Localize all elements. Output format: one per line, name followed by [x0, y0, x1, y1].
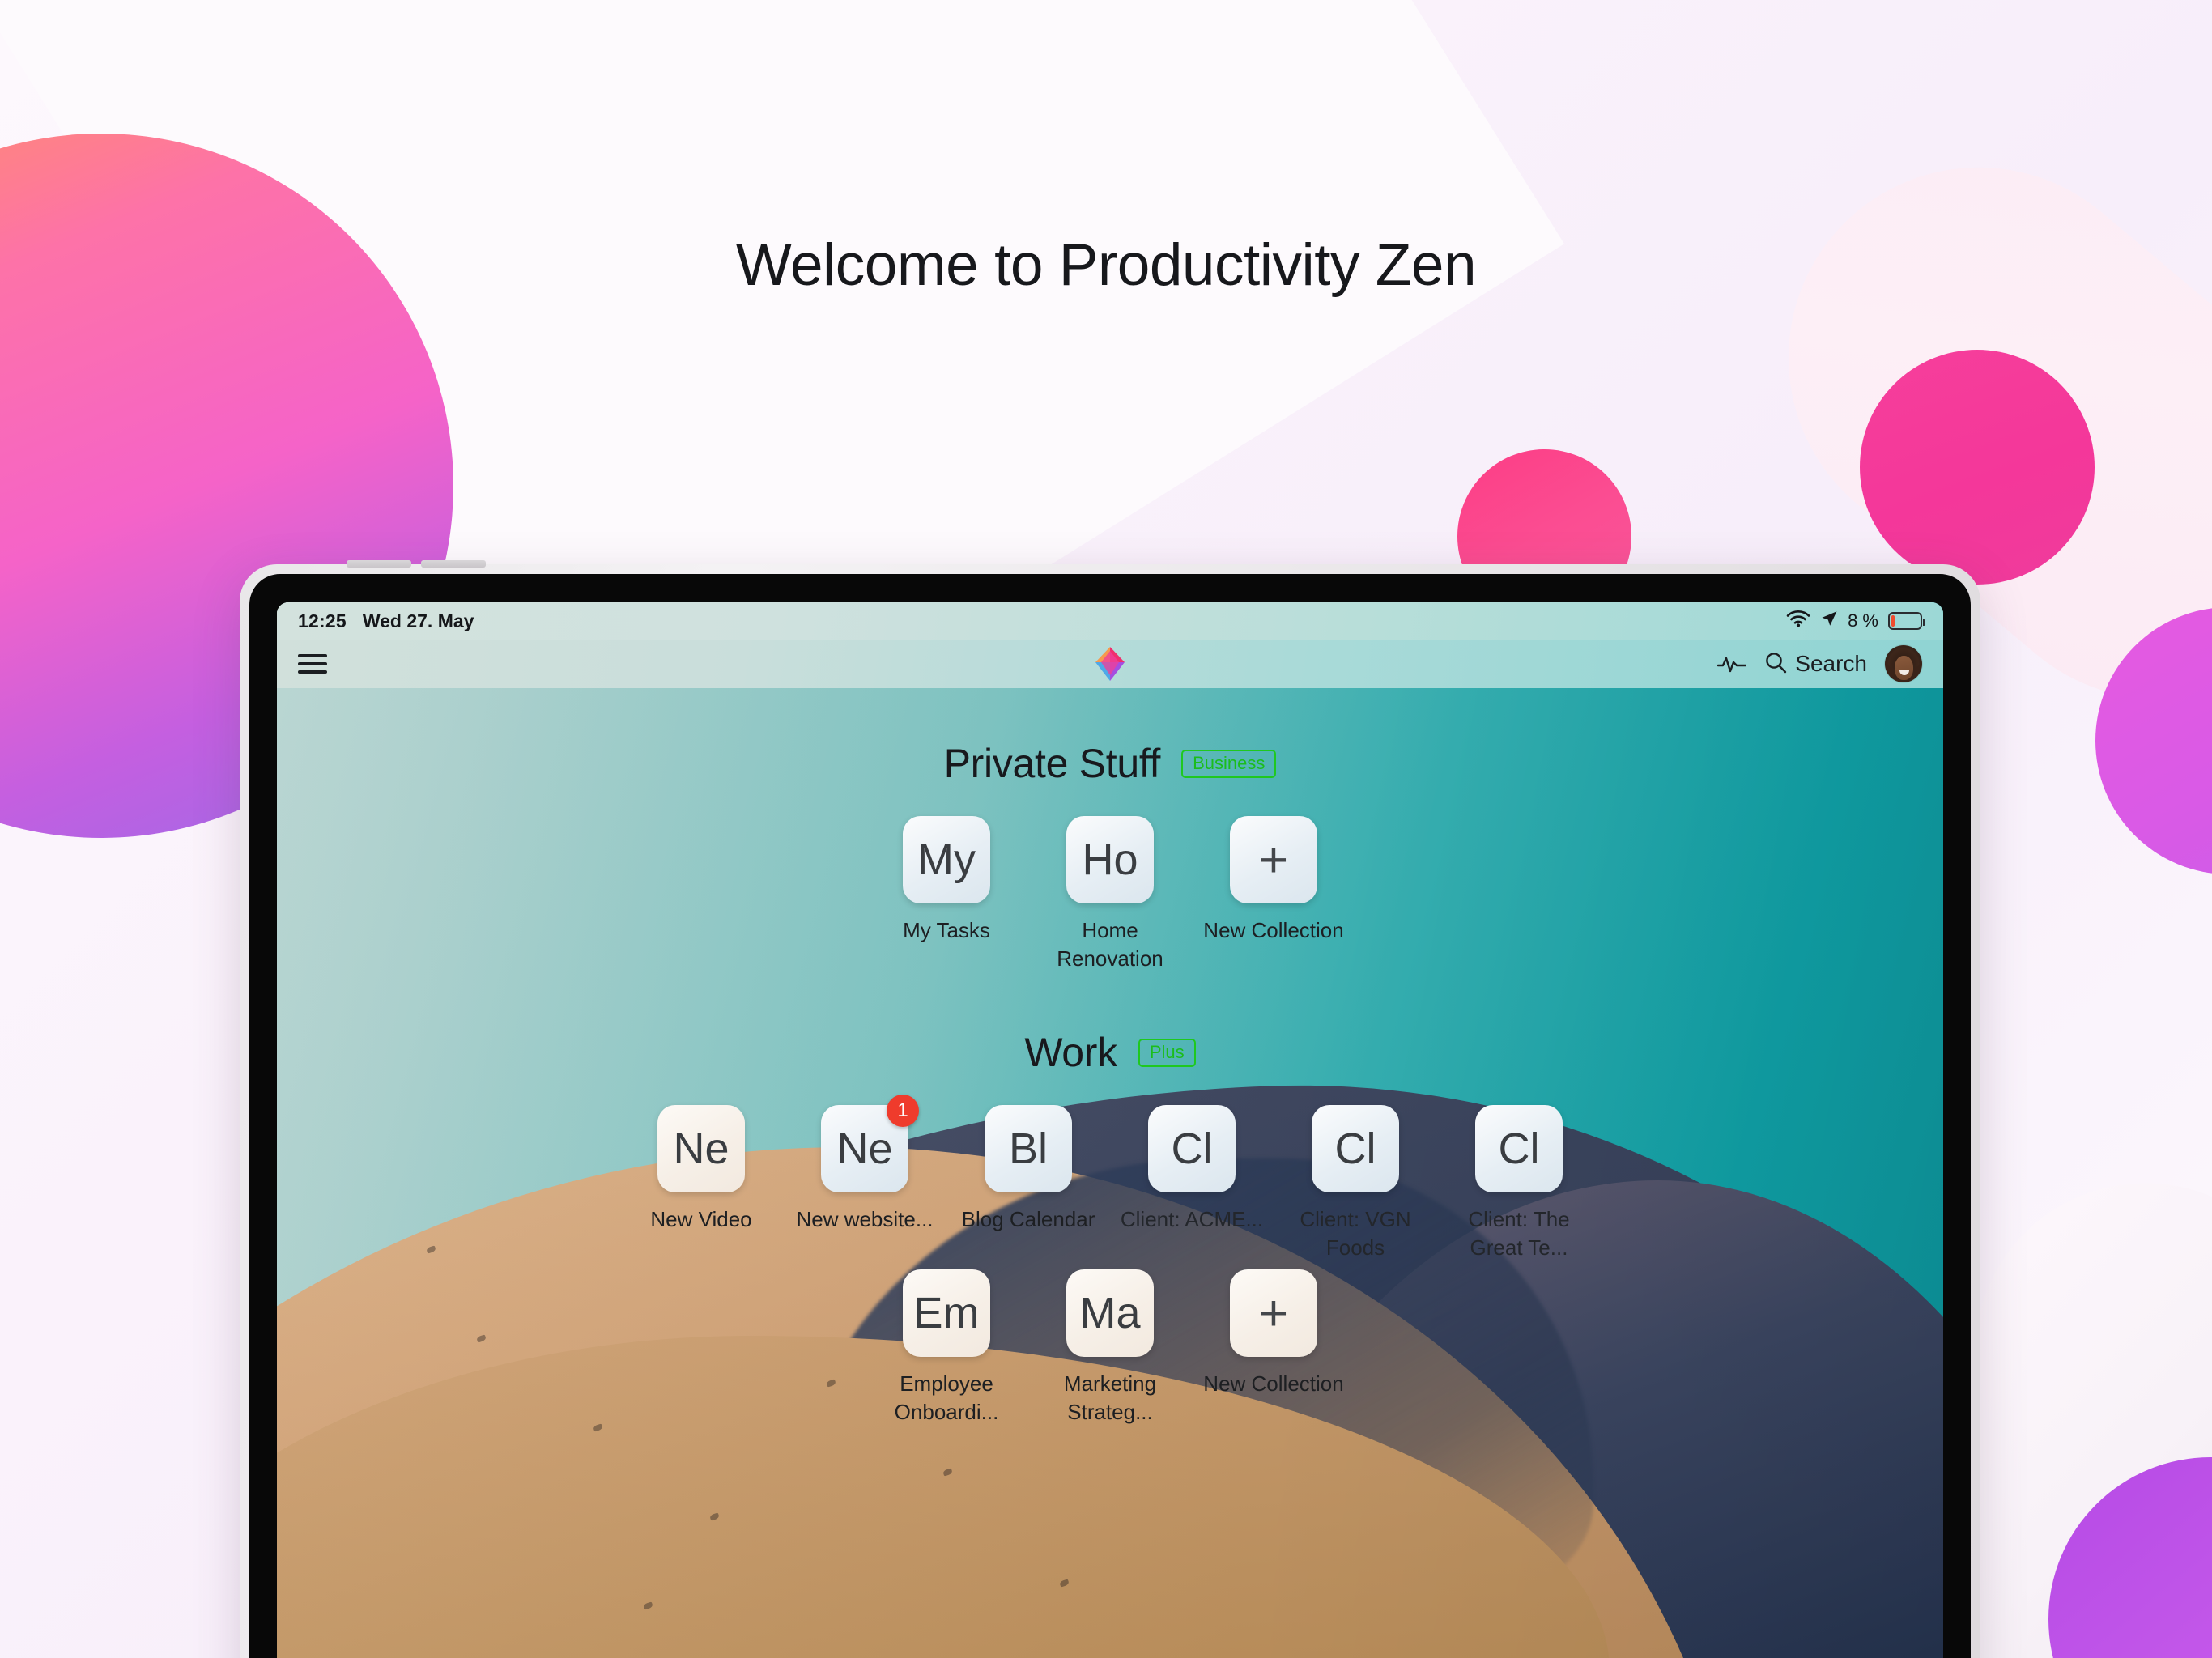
collection-item[interactable]: My My Tasks [865, 816, 1028, 972]
collection-label: New website... [796, 1207, 934, 1232]
search-button[interactable]: Search [1764, 651, 1867, 678]
collection-item[interactable]: Ho Home Renovation [1028, 816, 1192, 972]
collection-tile[interactable]: Bl [985, 1105, 1072, 1193]
collection-initials: Cl [1334, 1124, 1376, 1174]
collection-item[interactable]: Ne 1 New website... [783, 1095, 946, 1261]
collections-content: Private Stuff Business My My Tasks Ho Ho… [277, 688, 1943, 1658]
collection-label: Blog Calendar [961, 1207, 1095, 1232]
collection-tile[interactable]: My [903, 816, 990, 903]
collection-tile[interactable]: Ne 1 [821, 1095, 919, 1193]
collection-tile[interactable]: Ne [657, 1105, 745, 1193]
collection-item[interactable]: Bl Blog Calendar [946, 1105, 1110, 1261]
plus-glyph: + [1258, 1285, 1289, 1341]
collection-label: Marketing Strateg... [1063, 1371, 1157, 1424]
collection-tile[interactable]: Ma [1066, 1269, 1154, 1358]
status-badge: Plus [1138, 1038, 1196, 1067]
battery-low-icon [1888, 612, 1925, 630]
collection-tile[interactable]: Em [903, 1269, 990, 1358]
collection-label: New Collection [1203, 918, 1344, 942]
status-bar: 12:25 Wed 27. May 8 % [277, 602, 1943, 640]
tablet-screen: 12:25 Wed 27. May 8 % Search Private Stu… [277, 602, 1943, 1658]
collection-item[interactable]: Cl Client: ACME... [1110, 1105, 1274, 1261]
collection-initials: Ho [1082, 835, 1138, 884]
wifi-icon [1786, 610, 1810, 632]
app-diamond-logo [1095, 646, 1125, 682]
page-headline: Welcome to Productivity Zen [735, 232, 1477, 298]
notification-badge: 1 [887, 1095, 919, 1128]
collection-initials: Cl [1171, 1124, 1213, 1174]
collection-initials: My [917, 835, 976, 884]
collection-label: Home Renovation [1057, 918, 1163, 971]
collection-grid-work-row2: Em Employee Onboardi... Ma Marketing Str… [277, 1269, 1943, 1426]
collection-initials: Ne [673, 1124, 730, 1174]
collection-label: Client: VGN Foods [1300, 1207, 1411, 1260]
app-toolbar: Search [277, 640, 1943, 688]
section-title: Private Stuff [943, 741, 1161, 786]
status-time: 12:25 [298, 610, 347, 631]
collection-tile[interactable]: Cl [1312, 1105, 1399, 1193]
collection-label: Employee Onboardi... [894, 1371, 999, 1424]
status-date: Wed 27. May [362, 610, 474, 631]
section-title: Work [1024, 1030, 1117, 1076]
battery-fill [1891, 615, 1895, 627]
plus-icon[interactable]: + [1230, 816, 1317, 903]
collection-grid-work: Ne New Video Ne 1 New website... Bl Blog [277, 1095, 1943, 1261]
tablet-device: 12:25 Wed 27. May 8 % Search Private Stu… [240, 560, 1980, 1658]
collection-item[interactable]: Cl Client: VGN Foods [1274, 1105, 1437, 1261]
collection-label: New Video [650, 1207, 752, 1232]
collection-item[interactable]: Em Employee Onboardi... [865, 1269, 1028, 1426]
collection-item[interactable]: Ma Marketing Strateg... [1028, 1269, 1192, 1426]
section-header-work: Work Plus [277, 1029, 1943, 1076]
volume-down-button[interactable] [421, 560, 486, 568]
plus-glyph: + [1258, 831, 1289, 888]
collection-tile[interactable]: Ho [1066, 816, 1154, 903]
collection-tile[interactable]: Cl [1148, 1105, 1236, 1193]
collection-grid-private: My My Tasks Ho Home Renovation + New Col… [277, 816, 1943, 972]
hamburger-menu-icon[interactable] [298, 649, 327, 678]
collection-initials: Bl [1008, 1124, 1048, 1174]
collection-label: New Collection [1203, 1371, 1344, 1397]
location-arrow-icon [1820, 610, 1838, 632]
avatar-face [1895, 656, 1913, 680]
status-badge: Business [1181, 749, 1277, 778]
collection-tile[interactable]: Cl [1475, 1105, 1563, 1193]
collection-item[interactable]: Ne New Video [619, 1105, 783, 1261]
battery-percent: 8 % [1848, 610, 1878, 631]
decorative-magenta-circle [1860, 350, 2095, 585]
search-icon [1764, 651, 1787, 678]
collection-initials: Ma [1079, 1289, 1141, 1338]
section-header-private: Private Stuff Business [277, 740, 1943, 787]
volume-up-button[interactable] [347, 560, 411, 568]
collection-initials: Cl [1498, 1124, 1540, 1174]
collection-initials: Ne [836, 1124, 893, 1174]
collection-initials: Em [913, 1289, 980, 1338]
collection-label: My Tasks [903, 918, 990, 942]
user-avatar[interactable] [1885, 645, 1922, 682]
search-label: Search [1795, 651, 1867, 676]
collection-label: Client: The Great Te... [1468, 1207, 1570, 1260]
collection-item[interactable]: Cl Client: The Great Te... [1437, 1105, 1601, 1261]
collection-label: Client: ACME... [1120, 1207, 1264, 1232]
activity-pulse-icon[interactable] [1717, 653, 1747, 674]
new-collection-item[interactable]: + New Collection [1192, 816, 1355, 972]
plus-icon[interactable]: + [1230, 1269, 1317, 1358]
new-collection-item[interactable]: + New Collection [1192, 1269, 1355, 1426]
